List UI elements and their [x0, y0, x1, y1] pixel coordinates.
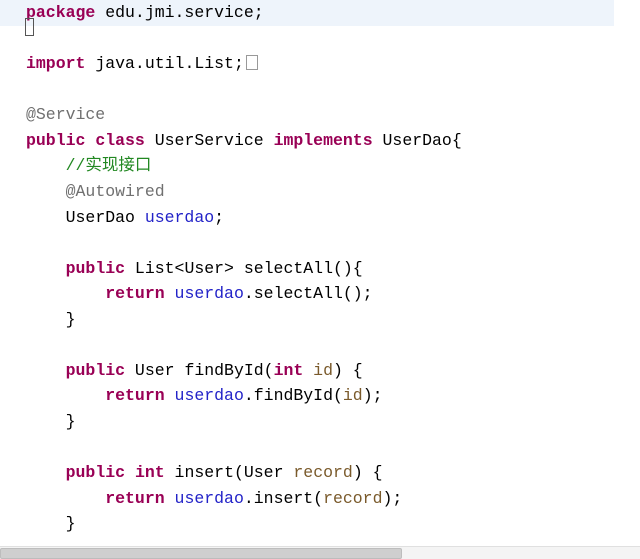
- param-ref: record: [323, 489, 382, 508]
- horizontal-scroll-thumb[interactable]: [0, 548, 402, 559]
- keyword-public: public: [26, 131, 85, 150]
- close-brace: }: [66, 310, 76, 329]
- keyword-return: return: [105, 284, 164, 303]
- keyword-import: import: [26, 54, 85, 73]
- semicolon: ;: [214, 208, 224, 227]
- package-name: edu.jmi.service;: [95, 3, 263, 22]
- import-name: java.util.List;: [85, 54, 243, 73]
- keyword-public: public: [66, 259, 125, 278]
- keyword-public: public: [66, 463, 125, 482]
- keyword-class: class: [95, 131, 145, 150]
- code-editor[interactable]: package edu.jmi.service; import java.uti…: [0, 0, 640, 559]
- keyword-int: int: [274, 361, 304, 380]
- call-end: );: [363, 386, 383, 405]
- method-call: .insert(: [244, 489, 323, 508]
- field-name: userdao: [145, 208, 214, 227]
- method-signature: insert(User: [165, 463, 294, 482]
- close-brace: }: [66, 412, 76, 431]
- keyword-return: return: [105, 489, 164, 508]
- method-call: .selectAll();: [244, 284, 373, 303]
- annotation-autowired: @Autowired: [66, 182, 165, 201]
- call-end: );: [383, 489, 403, 508]
- field-type: UserDao: [66, 208, 145, 227]
- method-call: .findById(: [244, 386, 343, 405]
- line-1: package edu.jmi.service;: [0, 0, 614, 26]
- param-ref: id: [343, 386, 363, 405]
- field-ref: userdao: [175, 386, 244, 405]
- annotation-service: @Service: [26, 105, 105, 124]
- keyword-package: package: [26, 3, 95, 22]
- param: record: [293, 463, 352, 482]
- comment: //实现接口: [66, 156, 152, 175]
- field-ref: userdao: [175, 489, 244, 508]
- horizontal-scrollbar[interactable]: [0, 546, 640, 559]
- sig-end: ) {: [353, 463, 383, 482]
- keyword-return: return: [105, 386, 164, 405]
- sig-end: ) {: [333, 361, 363, 380]
- keyword-public: public: [66, 361, 125, 380]
- keyword-int: int: [135, 463, 165, 482]
- keyword-implements: implements: [274, 131, 373, 150]
- fold-icon[interactable]: [246, 55, 258, 70]
- class-name: UserService: [145, 131, 274, 150]
- method-signature: List<User> selectAll(){: [125, 259, 363, 278]
- method-signature: User findById(: [125, 361, 274, 380]
- param: id: [303, 361, 333, 380]
- field-ref: userdao: [175, 284, 244, 303]
- implements-name: UserDao{: [373, 131, 462, 150]
- close-brace: }: [66, 514, 76, 533]
